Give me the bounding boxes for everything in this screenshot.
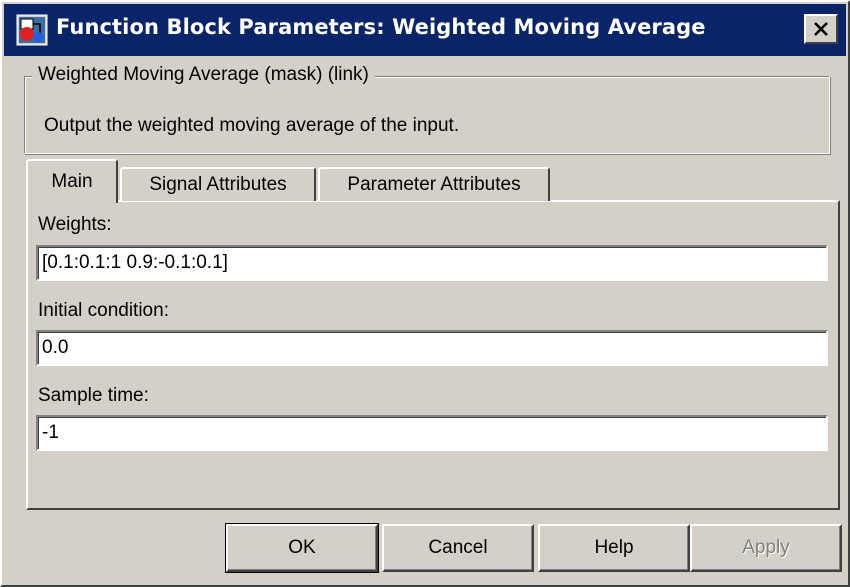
tab-main[interactable]: Main xyxy=(26,159,118,203)
help-button-label: Help xyxy=(594,537,634,558)
close-button[interactable] xyxy=(804,14,838,44)
cancel-button[interactable]: Cancel xyxy=(382,524,534,572)
close-icon xyxy=(814,22,828,36)
initial-condition-field[interactable]: 0.0 xyxy=(36,330,828,366)
cancel-button-label: Cancel xyxy=(428,537,488,558)
tab-signal-attributes-label: Signal Attributes xyxy=(149,174,287,195)
ok-button[interactable]: OK xyxy=(225,523,379,573)
initial-condition-label: Initial condition: xyxy=(38,300,169,321)
tab-strip: Main Signal Attributes Parameter Attribu… xyxy=(26,159,846,203)
weights-field[interactable]: [0.1:0.1:1 0.9:-0.1:0.1] xyxy=(36,245,828,281)
simulink-block-icon xyxy=(16,14,48,46)
help-button[interactable]: Help xyxy=(538,524,690,572)
tab-signal-attributes[interactable]: Signal Attributes xyxy=(120,167,316,201)
window-title: Function Block Parameters: Weighted Movi… xyxy=(56,15,706,39)
weights-label: Weights: xyxy=(38,214,112,235)
mask-description: Output the weighted moving average of th… xyxy=(44,115,460,136)
sample-time-label: Sample time: xyxy=(38,385,149,406)
title-bar[interactable]: Function Block Parameters: Weighted Movi… xyxy=(4,4,846,56)
sample-time-field[interactable]: -1 xyxy=(36,415,828,451)
apply-button[interactable]: Apply xyxy=(690,524,842,572)
tab-main-label: Main xyxy=(51,171,93,192)
ok-button-label: OK xyxy=(288,537,316,558)
mask-group-title: Weighted Moving Average (mask) (link) xyxy=(32,64,375,86)
apply-button-label: Apply xyxy=(742,537,790,558)
tab-parameter-attributes[interactable]: Parameter Attributes xyxy=(318,167,550,201)
dialog-window: Function Block Parameters: Weighted Movi… xyxy=(0,0,850,587)
tab-parameter-attributes-label: Parameter Attributes xyxy=(347,174,521,195)
